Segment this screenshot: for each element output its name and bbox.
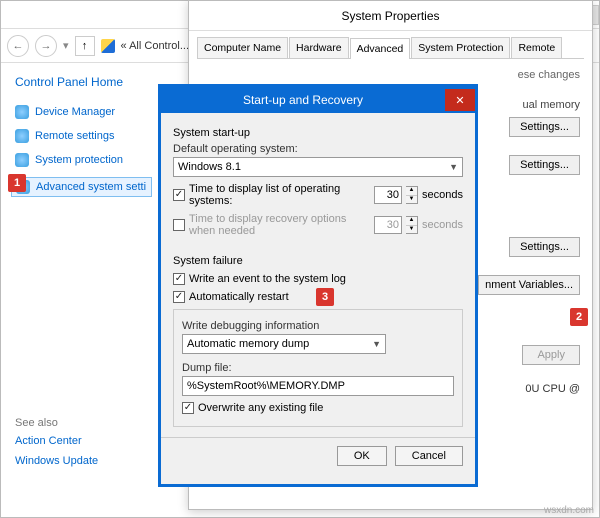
startup-recovery-dialog: Start-up and Recovery ✕ System start-up … (158, 84, 478, 487)
debug-combo-value: Automatic memory dump (187, 338, 309, 350)
sidebar-item-label: Advanced system setti (36, 181, 146, 193)
time-list-row: Time to display list of operating system… (173, 183, 463, 207)
dump-file-label: Dump file: (182, 362, 454, 374)
callout-badge-3: 3 (316, 288, 334, 306)
time-list-label: Time to display list of operating system… (189, 183, 370, 207)
chevron-down-icon[interactable]: ▾ (63, 39, 69, 52)
callout-badge-2: 2 (570, 308, 588, 326)
environment-variables-button[interactable]: nment Variables... (478, 275, 580, 295)
time-list-checkbox[interactable] (173, 189, 185, 201)
seconds-label: seconds (422, 219, 463, 231)
write-debug-label: Write debugging information (182, 320, 454, 332)
time-recovery-row: Time to display recovery options when ne… (173, 213, 463, 237)
debug-combo[interactable]: Automatic memory dump ▼ (182, 334, 386, 354)
startup-close-button[interactable]: ✕ (445, 89, 475, 111)
device-manager-icon (15, 105, 29, 119)
up-button[interactable]: ↑ (75, 36, 95, 56)
spin-down-icon[interactable]: ▼ (406, 196, 417, 204)
control-panel-home-link[interactable]: Control Panel Home (15, 75, 152, 89)
system-failure-group: System failure (173, 255, 463, 267)
seconds-label: seconds (422, 189, 463, 201)
remote-settings-icon (15, 129, 29, 143)
auto-restart-checkbox[interactable] (173, 291, 185, 303)
callout-badge-1: 1 (8, 174, 26, 192)
chevron-down-icon: ▼ (449, 162, 458, 172)
spin-up-icon[interactable]: ▲ (406, 187, 417, 196)
startup-body: System start-up Default operating system… (161, 113, 475, 437)
sidebar-item-device-manager[interactable]: Device Manager (15, 105, 152, 119)
system-startup-group: System start-up (173, 127, 463, 139)
tabs: Computer Name Hardware Advanced System P… (197, 37, 584, 59)
time-recovery-checkbox[interactable] (173, 219, 185, 231)
system-protection-icon (15, 153, 29, 167)
back-button[interactable]: ← (7, 35, 29, 57)
debug-info-group: Write debugging information Automatic me… (173, 309, 463, 427)
tab-system-protection[interactable]: System Protection (411, 37, 510, 58)
default-os-label: Default operating system: (173, 143, 463, 155)
windows-update-link[interactable]: Windows Update (15, 455, 152, 467)
dump-file-field[interactable] (182, 376, 454, 396)
time-recovery-label: Time to display recovery options when ne… (189, 213, 370, 237)
startup-title: Start-up and Recovery (161, 93, 445, 107)
sidebar-item-remote-settings[interactable]: Remote settings (15, 129, 152, 143)
changes-text: ese changes (201, 69, 580, 81)
write-event-checkbox[interactable] (173, 273, 185, 285)
spin-down-icon: ▼ (406, 226, 417, 234)
time-list-value[interactable] (374, 186, 402, 204)
sidebar-item-advanced-system-settings[interactable]: Advanced system setti (11, 177, 152, 197)
spin-up-icon: ▲ (406, 217, 417, 226)
time-list-spinner[interactable]: ▲▼ (406, 186, 418, 204)
write-event-label: Write an event to the system log (189, 273, 346, 285)
virtual-memory-text: ual memory (523, 99, 580, 111)
tab-hardware[interactable]: Hardware (289, 37, 349, 58)
forward-button[interactable]: → (35, 35, 57, 57)
breadcrumb[interactable]: « All Control... (121, 40, 189, 52)
shield-icon (101, 39, 115, 53)
time-recovery-value (374, 216, 402, 234)
tab-remote[interactable]: Remote (511, 37, 562, 58)
sidebar-item-system-protection[interactable]: System protection (15, 153, 152, 167)
system-properties-title: System Properties (189, 1, 592, 31)
profiles-settings-button[interactable]: Settings... (509, 155, 580, 175)
startup-settings-button[interactable]: Settings... (509, 237, 580, 257)
action-center-link[interactable]: Action Center (15, 435, 152, 447)
sidebar: Control Panel Home Device Manager Remote… (1, 63, 166, 517)
overwrite-label: Overwrite any existing file (198, 402, 323, 414)
watermark: wsxdn.com (544, 505, 594, 516)
tab-advanced[interactable]: Advanced (350, 38, 411, 59)
time-recovery-spinner: ▲▼ (406, 216, 418, 234)
performance-settings-button[interactable]: Settings... (509, 117, 580, 137)
ok-button[interactable]: OK (337, 446, 387, 466)
sidebar-item-label: Device Manager (35, 106, 115, 118)
dialog-buttons: OK Cancel (161, 437, 475, 474)
tab-computer-name[interactable]: Computer Name (197, 37, 288, 58)
cancel-button[interactable]: Cancel (395, 446, 463, 466)
overwrite-checkbox[interactable] (182, 402, 194, 414)
startup-titlebar: Start-up and Recovery ✕ (161, 87, 475, 113)
chevron-down-icon: ▼ (372, 339, 381, 349)
default-os-combo[interactable]: Windows 8.1 ▼ (173, 157, 463, 177)
see-also-heading: See also (15, 417, 152, 429)
apply-button[interactable]: Apply (522, 345, 580, 365)
sidebar-item-label: Remote settings (35, 130, 114, 142)
auto-restart-label: Automatically restart (189, 291, 289, 303)
default-os-value: Windows 8.1 (178, 161, 241, 173)
sidebar-item-label: System protection (35, 154, 123, 166)
